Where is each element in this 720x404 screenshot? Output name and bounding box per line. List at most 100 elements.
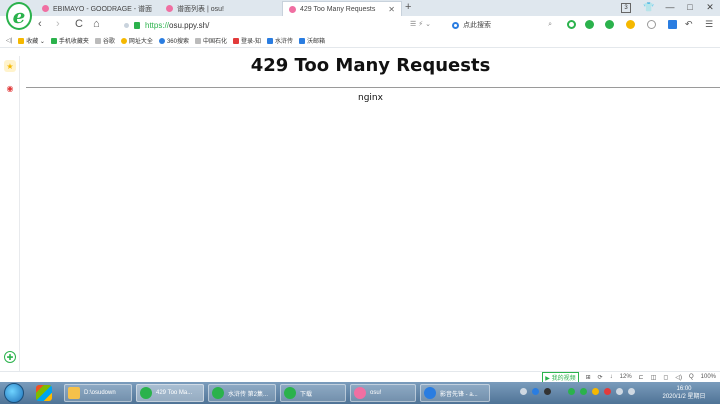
favorites-star-icon[interactable]: ★	[4, 60, 16, 72]
osu-favicon-icon	[42, 5, 49, 12]
tray-icon[interactable]	[520, 388, 527, 395]
reload-button[interactable]: C	[75, 18, 83, 30]
taskbar-item-browser-active[interactable]: 429 Too Ma...	[136, 384, 204, 402]
network-icon[interactable]	[616, 388, 623, 395]
bookmark-item[interactable]: 网址大全	[120, 36, 153, 45]
address-bar[interactable]: https://osu.ppy.sh/	[124, 18, 444, 32]
my-video-button[interactable]: ▶ 我的视频	[542, 371, 579, 383]
sync-icon[interactable]: ⟳	[598, 374, 603, 381]
layout-icon[interactable]: ◫	[651, 374, 657, 381]
url-text: https://osu.ppy.sh/	[145, 20, 210, 30]
volume-icon[interactable]	[628, 388, 635, 395]
tray-icon[interactable]	[532, 388, 539, 395]
window-icon[interactable]: ◻	[663, 374, 668, 381]
maximize-button[interactable]: □	[683, 2, 697, 12]
home-button[interactable]: ⌂	[93, 18, 100, 30]
tray-icon[interactable]	[580, 388, 587, 395]
bookmark-item[interactable]: 沃邮箱	[298, 36, 325, 45]
address-bar-tools[interactable]: ☰ ⚡ ⌄	[410, 20, 431, 28]
zoom-level[interactable]: 100%	[701, 374, 716, 380]
bookmark-item[interactable]: 中国石化	[194, 36, 227, 45]
shield-icon[interactable]	[626, 20, 635, 29]
minimize-button[interactable]: —	[663, 2, 677, 12]
browser-icon	[212, 387, 224, 399]
phone-icon	[50, 37, 57, 44]
shirt-skin-icon[interactable]: 👕	[642, 2, 656, 13]
bookmark-item[interactable]: 登录-知	[232, 36, 261, 45]
tray-icon[interactable]	[544, 388, 551, 395]
back-button[interactable]: ‹	[38, 18, 42, 30]
weibo-icon[interactable]: ◉	[4, 82, 16, 94]
bookmark-item[interactable]: 360搜索	[158, 36, 189, 45]
translate-icon[interactable]	[605, 20, 614, 29]
tab-strip: EBIMAYO - GOODRAGE - 谱面 谱面列表 | osu! 429 …	[0, 0, 720, 16]
sound-icon[interactable]: ◁)	[675, 374, 682, 381]
scissors-icon[interactable]	[585, 20, 594, 29]
explore-icon[interactable]: ✚	[4, 351, 16, 363]
star-icon	[18, 37, 25, 44]
bookmark-favorites[interactable]: 收藏 ⌄	[18, 36, 45, 45]
tab-count-badge[interactable]: 3	[621, 3, 631, 13]
bookmark-item[interactable]: 手机收藏夹	[50, 36, 89, 45]
browser-icon	[140, 387, 152, 399]
clock-date: 2020/1/2 星期日	[662, 394, 706, 400]
tab-close-icon[interactable]: ✕	[380, 5, 395, 14]
tray-icon[interactable]	[568, 388, 575, 395]
taskbar-item-player[interactable]: 影音先锋 - a...	[420, 384, 490, 402]
navigation-bar: ‹ › C ⌂ https://osu.ppy.sh/ ☰ ⚡ ⌄ 点此搜索 ⌕…	[0, 16, 720, 34]
tab-ebimayo[interactable]: EBIMAYO - GOODRAGE - 谱面	[36, 1, 156, 16]
tray-icon[interactable]	[604, 388, 611, 395]
zoom-icon[interactable]: Q	[689, 374, 694, 380]
taskbar: D:\osudown 429 Too Ma... 水浒传 第2集... 下载 o…	[0, 382, 720, 404]
osu-favicon-icon	[289, 5, 296, 13]
download-icon[interactable]: ↓	[610, 374, 613, 380]
windows-logo-icon[interactable]	[36, 385, 52, 401]
search-box[interactable]: 点此搜索 ⌕	[452, 18, 552, 32]
forward-button[interactable]: ›	[56, 18, 60, 30]
tab-title: 429 Too Many Requests	[300, 5, 376, 13]
tab-title: EBIMAYO - GOODRAGE - 谱面	[53, 5, 153, 13]
divider	[26, 87, 720, 88]
mail-icon	[298, 37, 305, 44]
tab-title: 谱面列表 | osu!	[177, 5, 224, 13]
bookmark-item[interactable]: 水浒传	[266, 36, 293, 45]
new-tab-button[interactable]: +	[405, 1, 411, 13]
search-icon[interactable]: ⌕	[548, 21, 552, 29]
extension-icon[interactable]	[567, 20, 576, 29]
page-title: 429 Too Many Requests	[250, 55, 491, 76]
flag-icon[interactable]: ⊏	[639, 374, 644, 381]
search-placeholder: 点此搜索	[463, 22, 491, 29]
grid-icon[interactable]: ⊞	[586, 374, 591, 381]
apps-icon[interactable]	[668, 20, 677, 29]
bookmark-item[interactable]: 谷歌	[94, 36, 115, 45]
folder-icon	[68, 387, 80, 399]
taskbar-item-video[interactable]: 水浒传 第2集...	[208, 384, 276, 402]
player-icon	[424, 387, 436, 399]
taskbar-item-osu[interactable]: osu!	[350, 384, 416, 402]
page-icon	[194, 37, 201, 44]
navigation-icon	[120, 37, 127, 44]
undo-icon[interactable]: ↶	[685, 19, 693, 30]
osu-favicon-icon	[166, 5, 173, 12]
site-info-icon[interactable]	[124, 22, 129, 28]
search-engine-icon	[158, 37, 165, 44]
server-name: nginx	[358, 93, 383, 103]
clock-time: 16:00	[676, 386, 692, 392]
osu-icon	[354, 387, 366, 399]
bookmark-sidebar-toggle[interactable]: ◁|	[6, 37, 12, 44]
tray-icon[interactable]	[592, 388, 599, 395]
close-window-button[interactable]: ✕	[703, 2, 717, 13]
tab-beatmap-list[interactable]: 谱面列表 | osu!	[160, 1, 278, 16]
taskbar-item-explorer[interactable]: D:\osudown	[64, 384, 132, 402]
search-engine-icon	[452, 21, 459, 29]
tab-429-active[interactable]: 429 Too Many Requests ✕	[282, 1, 402, 16]
video-icon	[266, 37, 273, 44]
browser-icon	[284, 387, 296, 399]
start-button[interactable]	[4, 383, 24, 403]
browser-logo-icon[interactable]: e	[6, 2, 32, 30]
mail-icon[interactable]	[647, 20, 656, 29]
menu-icon[interactable]: ☰	[705, 19, 713, 30]
clock[interactable]: 16:00 2020/1/2 星期日	[654, 385, 714, 401]
page-icon	[94, 37, 101, 44]
taskbar-item-download[interactable]: 下载	[280, 384, 346, 402]
